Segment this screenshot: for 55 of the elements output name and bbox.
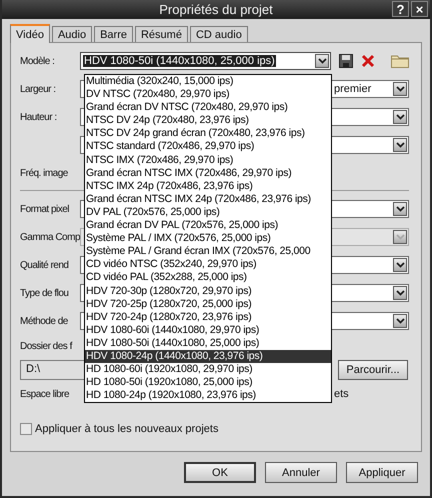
dropdown-option[interactable]: NTSC DV 24p grand écran (720x480, 23,976 ips) <box>85 127 331 140</box>
dropdown-option[interactable]: Multimédia (320x240, 15,000 ips) <box>85 75 331 88</box>
dropdown-option[interactable]: HDV 720-30p (1280x720, 29,970 ips) <box>85 284 331 298</box>
field-label: Méthode de <box>20 316 69 326</box>
dropdown-option[interactable]: HD 1080-24p (1920x1080, 23,976 ips) <box>85 389 331 402</box>
browse-button[interactable]: Parcourir... <box>338 360 408 380</box>
tab[interactable]: Vidéo <box>10 24 50 43</box>
dropdown-option[interactable]: Grand écran DV NTSC (720x480, 29,970 ips) <box>85 101 331 114</box>
help-button[interactable]: ? <box>392 1 409 17</box>
window-title: Propriétés du projet <box>159 2 273 17</box>
dropdown-option[interactable]: DV PAL (720x576, 25,000 ips) <box>85 206 331 220</box>
dropdown-option[interactable]: Grand écran NTSC IMX 24p (720x486, 23,976 ips) <box>85 192 331 206</box>
dropdown-option[interactable]: Grand écran NTSC IMX (720x486, 29,970 ips) <box>85 166 331 180</box>
dropdown-option[interactable]: NTSC IMX (720x486, 29,970 ips) <box>85 154 331 167</box>
dropdown-option[interactable]: Système PAL / Grand écran IMX (720x576, 25,000 <box>85 245 331 258</box>
dropdown-option[interactable]: HDV 1080-60i (1440x1080, 29,970 ips) <box>85 324 331 337</box>
checkbox[interactable] <box>20 423 32 435</box>
dropdown-option[interactable]: HDV 720-25p (1280x720, 25,000 ips) <box>85 298 331 311</box>
dialog-button[interactable]: OK <box>184 462 256 483</box>
dropdown-option[interactable]: HDV 1080-24p (1440x1080, 23,976 ips) <box>85 350 331 364</box>
free-space-text: ets <box>334 388 349 400</box>
dropdown-option[interactable]: DV NTSC (720x480, 29,970 ips) <box>85 88 331 102</box>
field-label: Type de flou <box>20 288 70 298</box>
dialog-button[interactable]: Appliquer <box>346 462 418 483</box>
delete-icon[interactable] <box>361 54 375 68</box>
field-label: Dossier des f <box>20 340 74 352</box>
tab[interactable]: Audio <box>52 26 92 42</box>
dropdown-option[interactable]: HD 1080-60i (1920x1080, 29,970 ips) <box>85 363 331 376</box>
dropdown-option[interactable]: HD 1080-50i (1920x1080, 25,000 ips) <box>85 376 331 390</box>
dropdown-option[interactable]: Système PAL / IMX (720x576, 25,000 ips) <box>85 232 331 246</box>
dropdown-option[interactable]: HDV 1080-50i (1440x1080, 25,000 ips) <box>85 336 331 350</box>
field-label: Largeur : <box>20 84 57 94</box>
field-label: Qualité rend <box>20 260 70 270</box>
preset-dropdown[interactable]: HDV 1080-50i (1440x1080, 25,000 ips) <box>80 52 331 70</box>
checkbox-label: Appliquer à tous les nouveaux projets <box>35 423 218 435</box>
field-label: Hauteur : <box>20 112 58 122</box>
dropdown-option[interactable]: HDV 720-24p (1280x720, 23,976 ips) <box>85 310 331 324</box>
free-space-label: Espace libre <box>20 388 70 400</box>
dropdown-option[interactable]: CD vidéo PAL (352x288, 25,000 ips) <box>85 271 331 284</box>
tab[interactable]: Barre <box>94 26 133 42</box>
dropdown-option[interactable]: CD vidéo NTSC (352x240, 29,970 ips) <box>85 258 331 272</box>
dropdown-option[interactable]: Grand écran DV PAL (720x576, 25,000 ips) <box>85 219 331 232</box>
dropdown-option[interactable]: NTSC DV 24p (720x480, 23,976 ips) <box>85 114 331 128</box>
dropdown-option[interactable]: NTSC standard (720x486, 29,970 ips) <box>85 140 331 154</box>
field-label: Gamma Comp <box>20 232 80 242</box>
tab[interactable]: Résumé <box>134 26 188 42</box>
dropdown-option[interactable]: NTSC IMX 24p (720x486, 23,976 ips) <box>85 180 331 193</box>
folder-icon[interactable] <box>391 54 409 68</box>
save-icon[interactable] <box>339 54 353 68</box>
field-label: Fréq. image <box>20 168 69 178</box>
field-label: Format pixel <box>20 204 70 214</box>
close-button[interactable]: × <box>411 1 428 17</box>
dialog-button[interactable]: Annuler <box>265 462 337 483</box>
field-label: Modèle : <box>20 56 56 66</box>
tab[interactable]: CD audio <box>190 26 248 42</box>
